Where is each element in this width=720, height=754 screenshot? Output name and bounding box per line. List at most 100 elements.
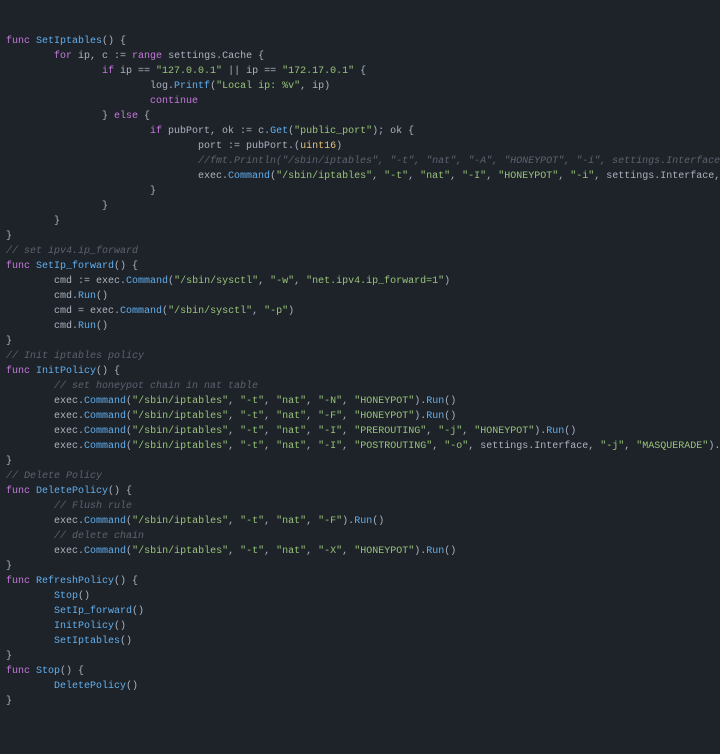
code-token: ); ok { <box>372 126 414 137</box>
code-token: SetIptables <box>54 636 120 647</box>
code-token: ). <box>414 546 426 557</box>
code-token: "nat" <box>276 441 306 452</box>
code-line: // Flush rule <box>6 499 714 514</box>
code-line: exec.Command("/sbin/iptables", "-t", "na… <box>6 439 714 454</box>
code-token: , <box>264 426 276 437</box>
code-token: { <box>138 111 150 122</box>
code-editor[interactable]: func SetIptables() { for ip, c := range … <box>6 34 714 709</box>
code-token: ). <box>342 516 354 527</box>
code-line: } <box>6 199 714 214</box>
code-token: "HONEYPOT" <box>354 546 414 557</box>
code-token: "-j" <box>438 426 462 437</box>
code-line: } <box>6 454 714 469</box>
code-line: port := pubPort.(uint16) <box>6 139 714 154</box>
code-token: "-t" <box>240 396 264 407</box>
code-token: , <box>306 441 318 452</box>
code-token: () <box>372 516 384 527</box>
code-token: , <box>372 171 384 182</box>
code-token: exec. <box>54 411 84 422</box>
code-token: () { <box>102 36 126 47</box>
code-token: "nat" <box>276 516 306 527</box>
code-token: , <box>342 396 354 407</box>
code-token: , <box>408 171 420 182</box>
code-token: Run <box>426 411 444 422</box>
code-token: , <box>306 411 318 422</box>
code-token: , <box>264 546 276 557</box>
code-token: "nat" <box>276 411 306 422</box>
code-token: "-t" <box>240 441 264 452</box>
code-token: "-j" <box>600 441 624 452</box>
code-token: () <box>120 636 132 647</box>
code-token: Get <box>270 126 288 137</box>
code-line: SetIp_forward() <box>6 604 714 619</box>
code-token: } <box>6 336 12 347</box>
code-token: , <box>228 546 240 557</box>
code-token: "HONEYPOT" <box>354 411 414 422</box>
code-token: () { <box>114 576 138 587</box>
code-token: } <box>6 651 12 662</box>
code-token: , settings.Interface, <box>594 171 720 182</box>
code-token: , <box>342 426 354 437</box>
code-token: , <box>294 276 306 287</box>
code-token: DeletePolicy <box>36 486 108 497</box>
code-token: () <box>444 546 456 557</box>
code-token: ) <box>444 276 450 287</box>
code-line: } <box>6 214 714 229</box>
code-token: "-p" <box>264 306 288 317</box>
code-token: // Init iptables policy <box>6 351 144 362</box>
code-token: "/sbin/iptables" <box>276 171 372 182</box>
code-line: cmd.Run() <box>6 319 714 334</box>
code-token: "/sbin/iptables" <box>132 426 228 437</box>
code-line: // Init iptables policy <box>6 349 714 364</box>
code-token: , <box>450 171 462 182</box>
code-token: "nat" <box>276 546 306 557</box>
code-line: if ip == "127.0.0.1" || ip == "172.17.0.… <box>6 64 714 79</box>
code-token: func <box>6 261 30 272</box>
code-line: cmd.Run() <box>6 289 714 304</box>
code-token: () <box>96 291 108 302</box>
code-line: cmd = exec.Command("/sbin/sysctl", "-p") <box>6 304 714 319</box>
code-token: , <box>264 441 276 452</box>
code-token: () <box>114 621 126 632</box>
code-token: , <box>624 441 636 452</box>
code-token: "/sbin/iptables" <box>132 516 228 527</box>
code-token: "nat" <box>420 171 450 182</box>
code-token: "HONEYPOT" <box>354 396 414 407</box>
code-token: "-t" <box>240 411 264 422</box>
code-token: () <box>126 681 138 692</box>
code-token: "-t" <box>240 426 264 437</box>
code-token: // Flush rule <box>54 501 132 512</box>
code-token: , <box>228 426 240 437</box>
code-line: exec.Command("/sbin/iptables", "-t", "na… <box>6 409 714 424</box>
code-token: "-F" <box>318 411 342 422</box>
code-token: //fmt.Println("/sbin/iptables", "-t", "n… <box>198 156 720 167</box>
code-token: exec. <box>54 426 84 437</box>
code-token: "nat" <box>276 426 306 437</box>
code-token: func <box>6 36 30 47</box>
code-token: Run <box>78 291 96 302</box>
code-token: pubPort, ok := c. <box>162 126 270 137</box>
code-token: , <box>228 441 240 452</box>
code-token: ). <box>708 441 720 452</box>
code-line: if pubPort, ok := c.Get("public_port"); … <box>6 124 714 139</box>
code-token: else <box>114 111 138 122</box>
code-line: func Stop() { <box>6 664 714 679</box>
code-token: , <box>228 396 240 407</box>
code-token: // Delete Policy <box>6 471 102 482</box>
code-token: ) <box>336 141 342 152</box>
code-token: Run <box>78 321 96 332</box>
code-token: } <box>6 561 12 572</box>
code-token: () { <box>108 486 132 497</box>
code-token: exec. <box>54 396 84 407</box>
code-token: "public_port" <box>294 126 372 137</box>
code-token: ). <box>534 426 546 437</box>
code-token: Stop <box>36 666 60 677</box>
code-token: , <box>426 426 438 437</box>
code-token: ip, c := <box>72 51 132 62</box>
code-token: func <box>6 666 30 677</box>
code-token: "-F" <box>318 516 342 527</box>
code-token: "POSTROUTING" <box>354 441 432 452</box>
code-token: "-t" <box>240 516 264 527</box>
code-token: // set ipv4.ip_forward <box>6 246 138 257</box>
code-token: exec. <box>198 171 228 182</box>
